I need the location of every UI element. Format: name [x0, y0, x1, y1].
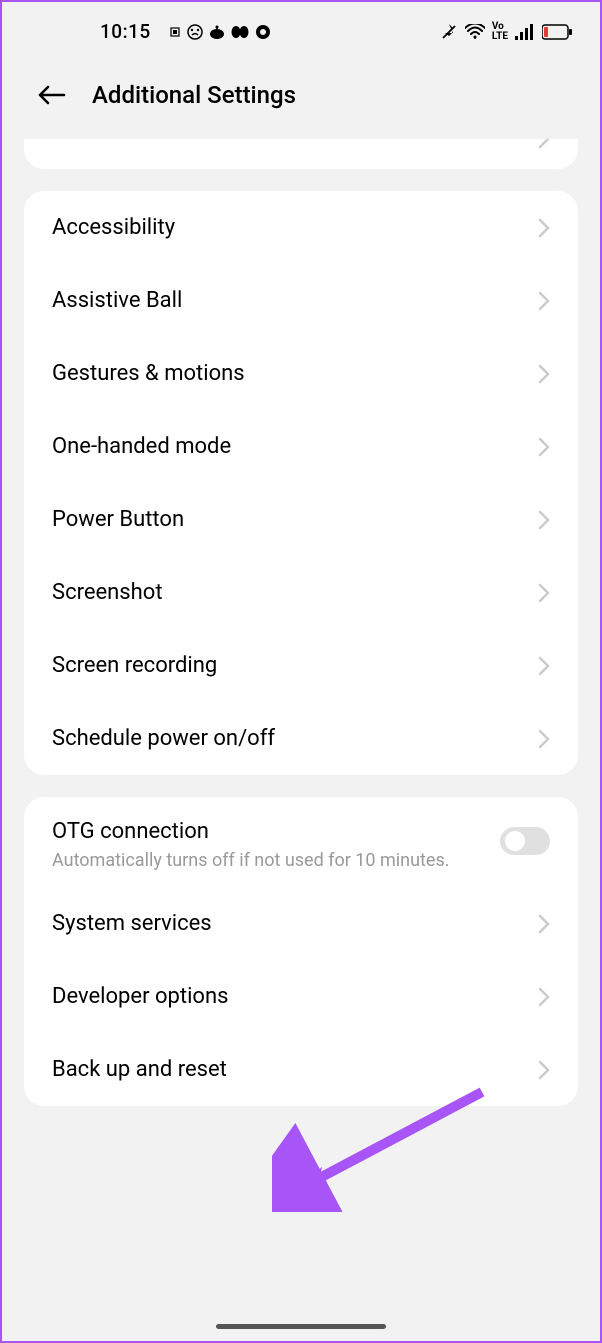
row-label: Gestures & motions: [52, 361, 245, 386]
row-label: System services: [52, 911, 212, 936]
toggle-knob: [505, 831, 525, 851]
row-assistive-ball[interactable]: Assistive Ball: [24, 264, 578, 337]
row-label: Date & time: [52, 139, 186, 149]
row-date-time[interactable]: Date & time: [24, 139, 578, 169]
content-area: Date & time Accessibility Assistive Ball…: [2, 139, 600, 1106]
status-bar: 10:15 VoLTE: [2, 2, 600, 53]
volte-icon: VoLTE: [492, 22, 508, 42]
chevron-right-icon: [538, 1060, 550, 1080]
row-subtitle: Automatically turns off if not used for …: [52, 848, 480, 873]
row-label: One-handed mode: [52, 434, 231, 459]
row-developer-options[interactable]: Developer options: [24, 960, 578, 1033]
status-notification-icons: [169, 24, 271, 40]
row-back-up-reset[interactable]: Back up and reset: [24, 1033, 578, 1106]
chevron-right-icon: [538, 583, 550, 603]
status-right: VoLTE: [440, 22, 572, 42]
row-label: Power Button: [52, 507, 184, 532]
pill-icon: [231, 25, 249, 39]
row-accessibility[interactable]: Accessibility: [24, 191, 578, 264]
mute-icon: [440, 23, 458, 41]
chevron-right-icon: [538, 218, 550, 238]
row-label: OTG connection: [52, 819, 480, 844]
back-button[interactable]: [34, 83, 68, 107]
wifi-icon: [465, 24, 485, 40]
charging-icon: [169, 26, 181, 38]
row-toggle-text: OTG connection Automatically turns off i…: [52, 819, 500, 873]
row-screenshot[interactable]: Screenshot: [24, 556, 578, 629]
card-partial: Date & time: [24, 139, 578, 169]
row-power-button[interactable]: Power Button: [24, 483, 578, 556]
reddit-icon: [209, 25, 225, 39]
home-indicator[interactable]: [216, 1324, 386, 1329]
page-title: Additional Settings: [92, 81, 296, 109]
signal-icon: [515, 24, 535, 40]
row-label: Accessibility: [52, 215, 175, 240]
chevron-right-icon: [538, 987, 550, 1007]
battery-icon: [542, 24, 572, 40]
app-header: Additional Settings: [2, 53, 600, 139]
status-time: 10:15: [100, 20, 151, 43]
row-system-services[interactable]: System services: [24, 887, 578, 960]
chevron-right-icon: [538, 291, 550, 311]
chevron-right-icon: [538, 656, 550, 676]
chevron-right-icon: [538, 139, 550, 149]
row-label: Screenshot: [52, 580, 163, 605]
chevron-right-icon: [538, 914, 550, 934]
row-screen-recording[interactable]: Screen recording: [24, 629, 578, 702]
card-group1: Accessibility Assistive Ball Gestures & …: [24, 191, 578, 775]
row-otg-connection[interactable]: OTG connection Automatically turns off i…: [24, 797, 578, 887]
row-label: Back up and reset: [52, 1057, 227, 1082]
nosmoke-icon: [187, 24, 203, 40]
circle-icon: [255, 24, 271, 40]
chevron-right-icon: [538, 364, 550, 384]
card-group2: OTG connection Automatically turns off i…: [24, 797, 578, 1106]
chevron-right-icon: [538, 729, 550, 749]
status-left: 10:15: [100, 20, 271, 43]
row-label: Screen recording: [52, 653, 217, 678]
back-arrow-icon: [36, 84, 66, 106]
row-label: Schedule power on/off: [52, 726, 275, 751]
row-label: Developer options: [52, 984, 228, 1009]
row-one-handed-mode[interactable]: One-handed mode: [24, 410, 578, 483]
row-schedule-power[interactable]: Schedule power on/off: [24, 702, 578, 775]
row-label: Assistive Ball: [52, 288, 182, 313]
row-gestures-motions[interactable]: Gestures & motions: [24, 337, 578, 410]
chevron-right-icon: [538, 510, 550, 530]
otg-toggle[interactable]: [500, 827, 550, 855]
chevron-right-icon: [538, 437, 550, 457]
